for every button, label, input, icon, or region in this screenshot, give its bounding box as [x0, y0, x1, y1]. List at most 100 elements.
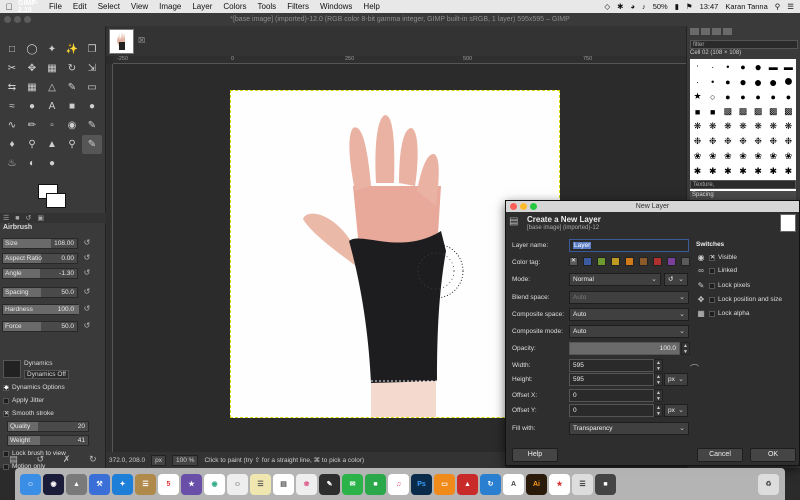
brush-item[interactable]: ● — [735, 74, 750, 89]
photoshop-icon[interactable]: Ps — [411, 473, 432, 495]
color-tag-gray[interactable] — [681, 257, 690, 266]
brush-filter-input[interactable]: filter — [690, 40, 798, 49]
brush-item[interactable]: ❉ — [751, 134, 766, 149]
terminal-icon[interactable]: ■ — [595, 473, 616, 495]
paths-icon[interactable]: ∿ — [2, 116, 22, 135]
width-spinner[interactable]: ▲ ▼ — [654, 359, 663, 372]
calendar-icon[interactable]: 5 — [158, 473, 179, 495]
dialog-close-icon[interactable] — [510, 203, 517, 210]
device-status-tab-icon[interactable]: ■ — [15, 215, 19, 222]
smudge-icon[interactable]: ♨ — [2, 154, 22, 173]
color-tag-blue[interactable] — [583, 257, 592, 266]
chrome-icon[interactable]: ◉ — [204, 473, 225, 495]
messages-icon[interactable]: ✉ — [342, 473, 363, 495]
dynamics-icon[interactable] — [3, 360, 21, 378]
dialog-zoom-icon[interactable] — [530, 203, 537, 210]
cancel-button[interactable]: Cancel — [697, 448, 743, 462]
brushes-tab-icon[interactable] — [690, 28, 699, 35]
reset-aspect-icon[interactable]: ↺ — [82, 253, 92, 264]
dynamics-options-toggle[interactable]: ◆ Dynamics Options — [3, 384, 65, 391]
menu-tools[interactable]: Tools — [258, 2, 277, 11]
brush-item[interactable]: ❋ — [735, 119, 750, 134]
brush-item[interactable]: ✱ — [766, 164, 781, 179]
color-tag-violet[interactable] — [667, 257, 676, 266]
color-tag-red[interactable] — [653, 257, 662, 266]
brush-item[interactable]: ● — [720, 89, 735, 104]
composite-mode-dropdown[interactable]: Auto ⌄ — [569, 325, 689, 338]
lock-position-switch[interactable]: ✥ Lock position and size — [696, 295, 782, 304]
close-window-icon[interactable] — [4, 16, 11, 23]
height-input[interactable]: 595 — [569, 373, 654, 386]
brush-item[interactable]: ❀ — [690, 149, 705, 164]
flip-icon[interactable]: ⇆ — [2, 78, 22, 97]
color-tag-green[interactable] — [597, 257, 606, 266]
facetime-icon[interactable]: ■ — [365, 473, 386, 495]
illustrator-icon[interactable]: Ai — [526, 473, 547, 495]
dynamics-selector[interactable]: Dynamics Dynamics Off — [3, 360, 101, 382]
reset-options-icon[interactable]: ↻ — [89, 454, 97, 465]
volume-icon[interactable]: ♪ — [642, 2, 646, 11]
cage-icon[interactable]: ✎ — [62, 78, 82, 97]
close-image-tab-icon[interactable]: ☒ — [138, 36, 145, 45]
contacts-icon[interactable]: ☺ — [227, 473, 248, 495]
perspective-icon[interactable]: △ — [42, 78, 62, 97]
brush-item[interactable]: ❉ — [766, 134, 781, 149]
brush-item[interactable]: ❋ — [720, 119, 735, 134]
free-select-icon[interactable]: ✦ — [42, 40, 62, 59]
brush-item[interactable]: ★ — [690, 89, 705, 104]
reset-size-icon[interactable]: ↺ — [82, 238, 92, 249]
brush-item[interactable]: ❉ — [735, 134, 750, 149]
color-picker-icon[interactable]: ⚲ — [22, 135, 42, 154]
dynamics-value[interactable]: Dynamics Off — [24, 370, 69, 379]
brush-item[interactable]: ● — [781, 89, 796, 104]
menu-filters[interactable]: Filters — [287, 2, 309, 11]
text-icon[interactable]: A — [42, 97, 62, 116]
reset-angle-icon[interactable]: ↺ — [82, 268, 92, 279]
brush-item[interactable]: ❉ — [705, 134, 720, 149]
brush-item[interactable]: ▩ — [720, 104, 735, 119]
brush-item[interactable]: ▩ — [781, 104, 796, 119]
finder-icon[interactable]: ☺ — [20, 473, 41, 495]
eraser-icon[interactable]: ▫ — [42, 116, 62, 135]
brush-item[interactable]: ▩ — [766, 104, 781, 119]
brush-item[interactable]: ❀ — [705, 149, 720, 164]
menu-colors[interactable]: Colors — [223, 2, 246, 11]
user-name[interactable]: Karan Tanna — [725, 2, 767, 11]
zoom-selector[interactable]: 100 % — [172, 454, 199, 466]
linked-switch[interactable]: ∞ Linked — [696, 266, 737, 275]
books-icon[interactable]: ▭ — [434, 473, 455, 495]
scrapbook-icon[interactable]: ★ — [549, 473, 570, 495]
preview-icon[interactable]: ▤ — [273, 473, 294, 495]
color-tag-none[interactable]: ✕ — [569, 257, 578, 266]
handle-icon[interactable]: ● — [22, 97, 42, 116]
menu-select[interactable]: Select — [98, 2, 120, 11]
brush-item[interactable]: ❀ — [781, 149, 796, 164]
reset-force-icon[interactable]: ↺ — [82, 321, 92, 332]
brush-item[interactable]: ✱ — [720, 164, 735, 179]
apple-icon[interactable]:  — [0, 2, 18, 12]
brush-item[interactable]: ❀ — [766, 149, 781, 164]
brush-item[interactable]: ● — [781, 73, 796, 90]
menu-help[interactable]: Help — [363, 2, 379, 11]
save-preset-icon[interactable]: ▤ — [9, 454, 18, 465]
fill-dropdown[interactable]: Transparency ⌄ — [569, 422, 689, 435]
brush-item[interactable]: ▬ — [766, 59, 781, 74]
brush-item[interactable]: ● — [720, 74, 735, 89]
reset-hardness-icon[interactable]: ↺ — [82, 304, 92, 315]
brush-item[interactable]: ● — [735, 59, 750, 74]
align-icon[interactable]: ▦ — [42, 59, 62, 78]
ok-button[interactable]: OK — [750, 448, 796, 462]
restore-preset-icon[interactable]: ↺ — [37, 454, 45, 465]
brush-item[interactable]: ❋ — [781, 119, 796, 134]
unified-transform-icon[interactable]: ▦ — [22, 78, 42, 97]
xcode-icon[interactable]: ⚒ — [89, 473, 110, 495]
brush-item[interactable]: ■ — [705, 104, 720, 119]
rect-select-icon[interactable]: □ — [2, 40, 22, 59]
battery-percent[interactable]: 50% — [653, 2, 668, 11]
brush-item[interactable]: ✱ — [705, 164, 720, 179]
brush-item[interactable]: ❋ — [690, 119, 705, 134]
flag-icon[interactable]: ⚑ — [686, 2, 693, 11]
size-unit-dropdown[interactable]: px ⌄ — [664, 373, 688, 386]
menu-edit[interactable]: Edit — [73, 2, 87, 11]
brush-item[interactable]: ▩ — [751, 104, 766, 119]
